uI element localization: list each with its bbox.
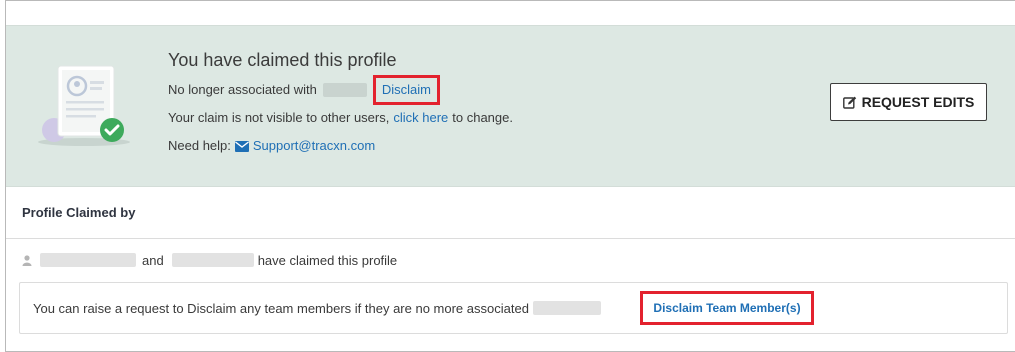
support-email-link[interactable]: Support@tracxn.com	[253, 136, 375, 156]
edit-icon	[842, 96, 856, 109]
disclaim-link[interactable]: Disclaim	[382, 80, 431, 100]
request-edits-button[interactable]: REQUEST EDITS	[830, 83, 987, 121]
redacted-company-name-2	[532, 301, 601, 315]
visibility-suffix: to change.	[452, 110, 513, 125]
click-here-link[interactable]: click here	[393, 108, 448, 128]
profile-claim-panel: You have claimed this profile No longer …	[5, 0, 1015, 352]
claimants-row: and have claimed this profile	[6, 239, 1015, 281]
no-longer-associated-line: No longer associated with Disclaim	[168, 75, 513, 105]
disclaim-team-info-text: You can raise a request to Disclaim any …	[33, 300, 529, 316]
have-claimed-text: have claimed this profile	[257, 252, 398, 268]
and-text: and	[142, 252, 164, 268]
claim-title: You have claimed this profile	[168, 50, 397, 70]
disclaim-team-info-box: You can raise a request to Disclaim any …	[19, 282, 1008, 334]
redacted-claimant-1	[40, 253, 136, 267]
visibility-text: Your claim is not visible to other users…	[168, 110, 390, 125]
help-line: Need help: Support@tracxn.com	[168, 136, 513, 156]
disclaim-team-members-link[interactable]: Disclaim Team Member(s)	[653, 301, 800, 315]
claim-status-text: You have claimed this profile No longer …	[168, 48, 513, 156]
claimed-profile-illustration-icon	[38, 65, 130, 146]
visibility-line: Your claim is not visible to other users…	[168, 108, 513, 128]
redacted-claimant-2	[171, 253, 254, 267]
redacted-company-name	[322, 83, 367, 97]
envelope-icon	[234, 140, 249, 152]
request-edits-label: REQUEST EDITS	[861, 94, 975, 110]
user-icon	[22, 254, 32, 266]
profile-claimed-title: Profile Claimed by	[22, 205, 136, 220]
no-longer-associated-label: No longer associated with	[168, 82, 317, 97]
claimed-banner: You have claimed this profile No longer …	[6, 25, 1015, 187]
profile-claimed-header: Profile Claimed by	[6, 187, 1015, 239]
disclaim-team-highlight: Disclaim Team Member(s)	[640, 291, 814, 325]
help-label: Need help:	[168, 138, 231, 153]
disclaim-highlight: Disclaim	[372, 75, 440, 105]
